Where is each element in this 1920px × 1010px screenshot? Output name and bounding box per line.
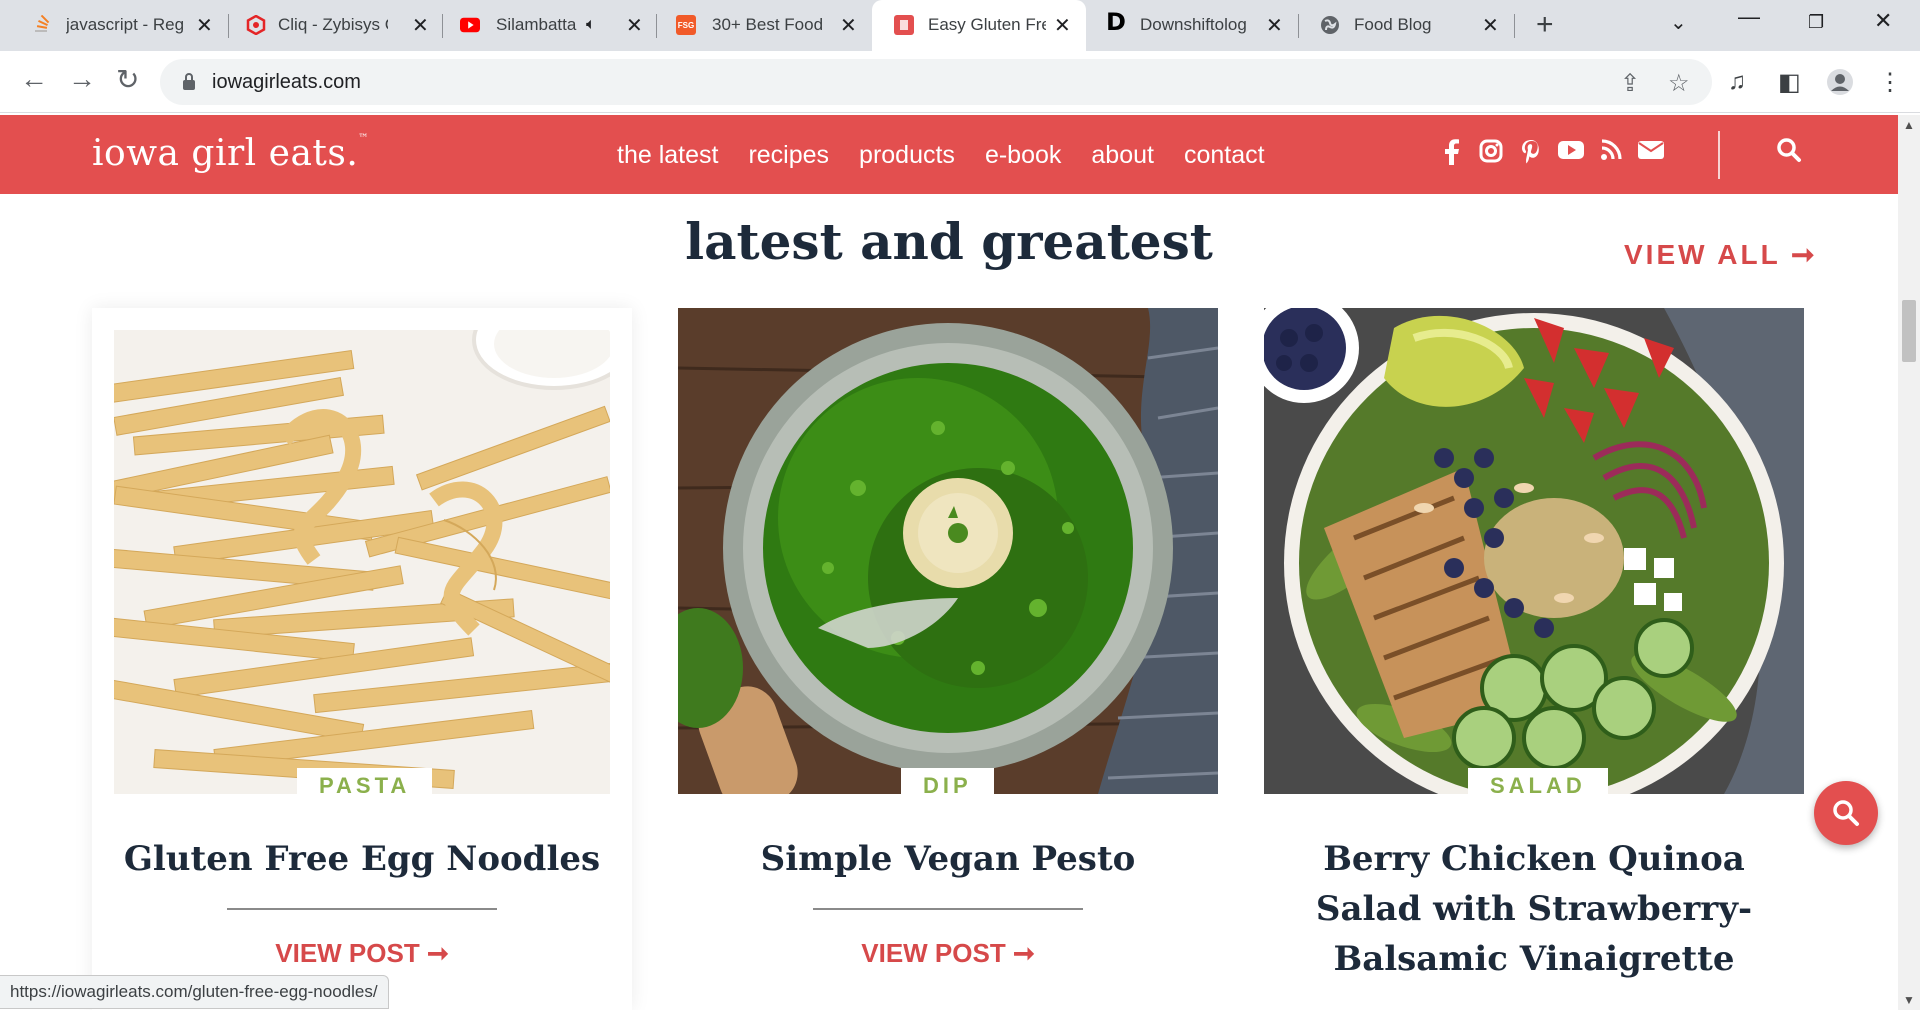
search-icon	[1833, 800, 1859, 826]
floating-search-button[interactable]	[1814, 781, 1878, 845]
scroll-thumb[interactable]	[1902, 300, 1916, 362]
recipe-image-berry-quinoa-salad[interactable]	[1264, 308, 1804, 794]
browser-menu-icon[interactable]: ⋮	[1878, 68, 1902, 97]
speaker-icon[interactable]: 🔈︎	[586, 16, 596, 34]
email-icon[interactable]	[1638, 139, 1664, 172]
nav-link-the-latest[interactable]: the latest	[617, 141, 718, 170]
browser-tab[interactable]: Food Blog ✕	[1298, 0, 1508, 51]
globe-icon	[1320, 15, 1340, 35]
address-bar[interactable]: iowagirleats.com ⇪ ☆	[160, 59, 1712, 105]
tab-title: Cliq - Zybisys C	[278, 15, 388, 34]
recipe-image-vegan-pesto[interactable]	[678, 308, 1218, 794]
browser-tab[interactable]: javascript - Reg ✕	[0, 0, 216, 51]
view-all-link[interactable]: VIEW ALL ➞	[1624, 238, 1817, 271]
nav-link-about[interactable]: about	[1091, 141, 1154, 170]
share-icon[interactable]: ⇪	[1620, 69, 1640, 98]
tab-title: Easy Gluten Fre	[928, 15, 1046, 34]
browser-tab[interactable]: D Downshiftolog ✕	[1088, 0, 1298, 51]
recipe-card[interactable]: DIP Simple Vegan Pesto VIEW POST ➞	[678, 308, 1218, 1010]
downshiftology-icon: D	[1106, 8, 1126, 36]
new-tab-button[interactable]: +	[1536, 8, 1554, 42]
close-tab-icon[interactable]: ✕	[1482, 13, 1499, 38]
side-panel-icon[interactable]: ◧	[1778, 68, 1801, 97]
close-tab-icon[interactable]: ✕	[1054, 13, 1071, 38]
fsg-icon: FSG	[676, 15, 696, 35]
youtube-icon	[460, 15, 480, 35]
nav-link-recipes[interactable]: recipes	[748, 141, 829, 170]
header-divider	[1718, 131, 1720, 179]
recipe-title-line: Salad with Strawberry-	[1315, 889, 1753, 929]
search-icon[interactable]	[1776, 137, 1802, 168]
forward-button[interactable]: →	[68, 63, 96, 95]
browser-tab[interactable]: FSG 30+ Best Food ✕	[656, 0, 876, 51]
category-badge[interactable]: DIP	[901, 768, 994, 802]
browser-tab[interactable]: Silambatta 🔈︎ ✕	[436, 0, 656, 51]
url-text: iowagirleats.com	[212, 71, 361, 93]
recipe-title[interactable]: Berry Chicken Quinoa Salad with Strawber…	[1264, 834, 1804, 984]
title-divider	[227, 908, 497, 910]
restore-button[interactable]: ❐	[1808, 12, 1824, 33]
title-divider	[813, 908, 1083, 910]
iowagirleats-icon	[894, 15, 914, 35]
link-status-bar: https://iowagirleats.com/gluten-free-egg…	[0, 975, 389, 1009]
nav-link-e-book[interactable]: e-book	[985, 141, 1061, 170]
recipe-title[interactable]: Gluten Free Egg Noodles	[92, 834, 632, 884]
tab-title: Food Blog	[1354, 15, 1432, 34]
close-window-button[interactable]: ✕	[1874, 8, 1892, 34]
close-tab-icon[interactable]: ✕	[1266, 13, 1283, 38]
category-badge[interactable]: PASTA	[297, 768, 433, 802]
rss-icon[interactable]	[1598, 139, 1624, 172]
view-post-link[interactable]: VIEW POST ➞	[92, 938, 632, 969]
page-scrollbar[interactable]: ▲ ▼	[1898, 115, 1920, 1010]
recipe-title-line: Balsamic Vinaigrette	[1333, 939, 1735, 979]
site-logo[interactable]: iowa girl eats.™	[92, 133, 369, 174]
bookmark-star-icon[interactable]: ☆	[1668, 69, 1690, 98]
tab-title: javascript - Reg	[66, 15, 185, 34]
logo-text: iowa girl eats.	[92, 133, 359, 174]
recipe-card[interactable]: SALAD Berry Chicken Quinoa Salad with St…	[1264, 308, 1804, 1010]
tab-title: Silambatta	[496, 15, 577, 34]
stackoverflow-icon	[32, 15, 52, 35]
view-post-link[interactable]: VIEW POST ➞	[678, 938, 1218, 969]
browser-tab-active[interactable]: Easy Gluten Fre ✕	[872, 0, 1086, 51]
close-tab-icon[interactable]: ✕	[196, 13, 213, 38]
youtube-icon[interactable]	[1558, 139, 1584, 172]
reload-button[interactable]: ↻	[116, 63, 139, 96]
back-button[interactable]: ←	[20, 63, 48, 95]
nav-link-products[interactable]: products	[859, 141, 955, 170]
scroll-down-arrow-icon[interactable]: ▼	[1903, 993, 1915, 1007]
main-nav: the latest recipes products e-book about…	[617, 141, 1265, 170]
browser-tab-strip: javascript - Reg ✕ Cliq - Zybisys C ✕ Si…	[0, 0, 1920, 51]
browser-toolbar: ← → ↻ iowagirleats.com ⇪ ☆ ♫ ◧ ⋮	[0, 51, 1920, 113]
nav-link-contact[interactable]: contact	[1184, 141, 1265, 170]
site-header: iowa girl eats.™ the latest recipes prod…	[0, 115, 1898, 194]
minimize-button[interactable]: —	[1738, 4, 1760, 30]
section-title: latest and greatest	[685, 212, 1213, 271]
scroll-up-arrow-icon[interactable]: ▲	[1903, 118, 1915, 132]
close-tab-icon[interactable]: ✕	[840, 13, 857, 38]
tab-search-icon[interactable]: ⌄	[1670, 10, 1687, 35]
profile-avatar-icon[interactable]	[1826, 68, 1854, 103]
trademark-mark: ™	[358, 133, 369, 144]
pinterest-icon[interactable]	[1518, 139, 1544, 172]
instagram-icon[interactable]	[1478, 139, 1504, 172]
close-tab-icon[interactable]: ✕	[412, 13, 429, 38]
recipe-image-egg-noodles[interactable]	[114, 330, 610, 794]
cliq-icon	[246, 15, 266, 35]
recipe-title-line: Berry Chicken Quinoa	[1323, 839, 1745, 879]
tab-title: Downshiftolog	[1140, 15, 1247, 34]
media-control-icon[interactable]: ♫	[1728, 68, 1746, 96]
recipe-title[interactable]: Simple Vegan Pesto	[678, 834, 1218, 884]
close-tab-icon[interactable]: ✕	[626, 13, 643, 38]
recipe-card[interactable]: PASTA Gluten Free Egg Noodles VIEW POST …	[92, 308, 632, 1010]
tab-divider	[1514, 14, 1515, 38]
tab-title: 30+ Best Food	[712, 15, 824, 34]
facebook-icon[interactable]	[1438, 139, 1464, 172]
browser-tab[interactable]: Cliq - Zybisys C ✕	[216, 0, 436, 51]
lock-icon	[183, 73, 195, 90]
category-badge[interactable]: SALAD	[1468, 768, 1608, 802]
social-links	[1438, 139, 1664, 172]
